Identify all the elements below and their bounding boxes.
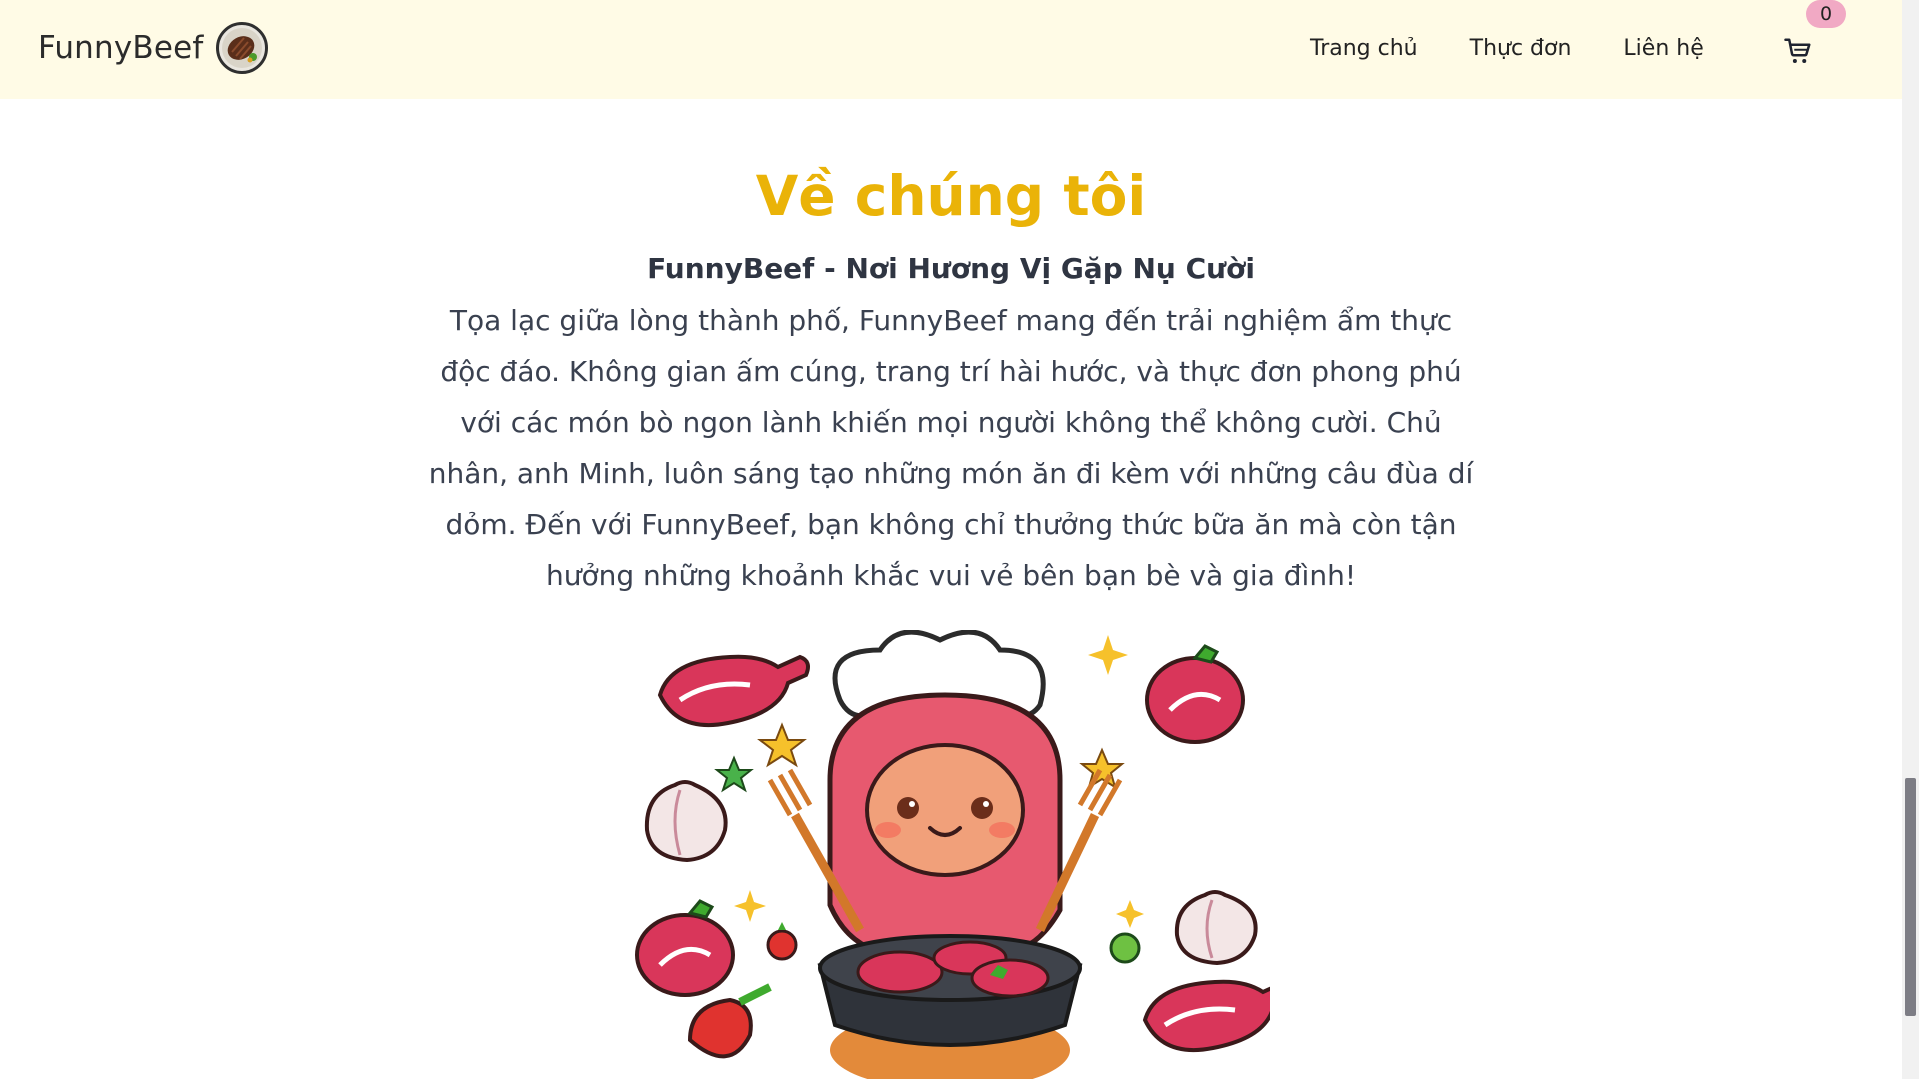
about-subtitle: FunnyBeef - Nơi Hương Vị Gặp Nụ Cười xyxy=(647,252,1255,285)
steak-icon xyxy=(635,899,735,997)
navbar: FunnyBeef Trang chủ Thực đơn Liên hệ 0 xyxy=(0,0,1902,99)
tomato-icon xyxy=(766,922,798,961)
nav-links: Trang chủ Thực đơn Liên hệ xyxy=(1310,36,1704,61)
steak-icon xyxy=(1142,979,1270,1053)
cart-button[interactable] xyxy=(1783,36,1813,66)
chef-character xyxy=(827,630,1063,953)
about-section: Về chúng tôi FunnyBeef - Nơi Hương Vị Gặ… xyxy=(0,99,1902,601)
brand-logo xyxy=(215,22,268,74)
scrollbar-thumb[interactable] xyxy=(1905,778,1916,1016)
chef-cooking-beef-illustration xyxy=(635,630,1270,1079)
steak-icon xyxy=(657,654,810,728)
cart-count-badge: 0 xyxy=(1806,0,1846,28)
pepper-icon xyxy=(687,983,772,1059)
cart-icon xyxy=(1784,38,1811,63)
about-title: Về chúng tôi xyxy=(755,164,1147,228)
onion-icon xyxy=(644,780,728,863)
brand-name: FunnyBeef xyxy=(38,30,204,66)
green-pepper-icon xyxy=(1109,932,1141,964)
nav-link-contact[interactable]: Liên hệ xyxy=(1623,36,1703,61)
steak-icon xyxy=(1145,644,1245,744)
onion-icon xyxy=(1174,890,1258,966)
steak-logo-icon xyxy=(221,28,262,68)
page: FunnyBeef Trang chủ Thực đơn Liên hệ 0 V… xyxy=(0,0,1919,1079)
about-description: Tọa lạc giữa lòng thành phố, FunnyBeef m… xyxy=(428,304,1474,592)
nav-link-home[interactable]: Trang chủ xyxy=(1310,36,1418,61)
brand-link[interactable]: FunnyBeef xyxy=(38,22,268,74)
cooking-pan xyxy=(817,934,1083,1079)
nav-link-menu[interactable]: Thực đơn xyxy=(1470,36,1572,61)
